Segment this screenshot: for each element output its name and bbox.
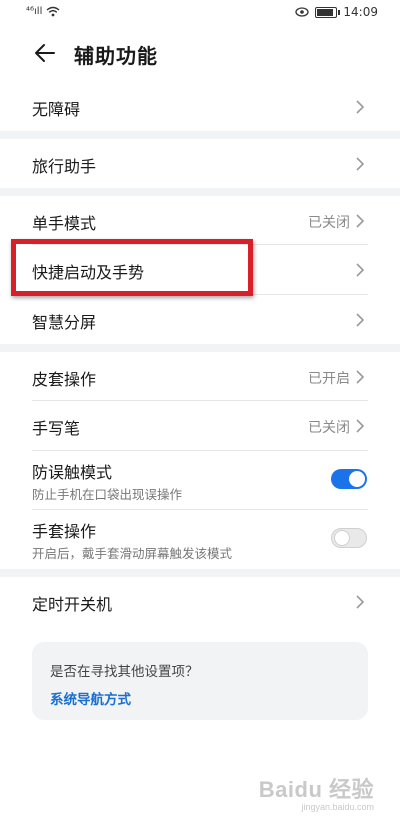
page-title: 辅助功能 bbox=[74, 44, 158, 68]
signal-icon: ⁴⁶ıll bbox=[26, 6, 43, 17]
row-pocket-mode[interactable]: 防误触模式 防止手机在口袋出现误操作 bbox=[0, 451, 400, 508]
battery-icon bbox=[315, 6, 341, 18]
section-gap bbox=[0, 569, 400, 577]
chevron-right-icon bbox=[356, 419, 365, 433]
glove-mode-toggle[interactable] bbox=[331, 528, 367, 548]
row-value: 已关闭 bbox=[308, 420, 350, 436]
row-stylus[interactable]: 手写笔 已关闭 bbox=[0, 401, 400, 449]
status-right: 14:09 bbox=[295, 5, 378, 19]
toggle-knob bbox=[334, 530, 350, 546]
chevron-right-icon bbox=[356, 157, 365, 171]
row-label: 智慧分屏 bbox=[32, 313, 97, 332]
row-value: 已开启 bbox=[308, 371, 350, 387]
top-bar: 辅助功能 bbox=[0, 30, 400, 78]
row-label: 防误触模式 bbox=[32, 463, 113, 482]
eye-icon bbox=[295, 7, 310, 17]
back-arrow-icon[interactable] bbox=[32, 40, 58, 66]
row-scheduled-power[interactable]: 定时开关机 bbox=[0, 577, 400, 625]
row-label: 手写笔 bbox=[32, 419, 81, 438]
row-one-hand-mode[interactable]: 单手模式 已关闭 bbox=[0, 196, 400, 244]
row-smart-split-screen[interactable]: 智慧分屏 bbox=[0, 295, 400, 343]
chevron-right-icon bbox=[356, 595, 365, 609]
status-left: ⁴⁶ıll bbox=[26, 6, 60, 17]
row-cover-operation[interactable]: 皮套操作 已开启 bbox=[0, 352, 400, 400]
status-time: 14:09 bbox=[343, 5, 378, 19]
suggestion-link[interactable]: 系统导航方式 bbox=[50, 688, 131, 708]
pocket-mode-toggle[interactable] bbox=[331, 469, 367, 489]
suggestion-question: 是否在寻找其他设置项？ bbox=[50, 664, 199, 680]
row-description: 防止手机在口袋出现误操作 bbox=[32, 487, 183, 502]
chevron-right-icon bbox=[356, 370, 365, 384]
row-label: 皮套操作 bbox=[32, 370, 97, 389]
section-gap bbox=[0, 188, 400, 196]
section-gap bbox=[0, 131, 400, 139]
row-accessibility[interactable]: 无障碍 bbox=[0, 82, 400, 130]
wifi-icon bbox=[46, 6, 60, 17]
status-bar: ⁴⁶ıll 14:09 bbox=[0, 0, 400, 26]
chevron-right-icon bbox=[356, 214, 365, 228]
row-label: 定时开关机 bbox=[32, 595, 113, 614]
row-label: 旅行助手 bbox=[32, 157, 97, 176]
row-label: 手套操作 bbox=[32, 522, 97, 541]
section-gap bbox=[0, 344, 400, 352]
watermark-logo: Baidu 经验 bbox=[258, 777, 374, 802]
row-glove-mode[interactable]: 手套操作 开启后，戴手套滑动屏幕触发该模式 bbox=[0, 510, 400, 567]
chevron-right-icon bbox=[356, 100, 365, 114]
row-value: 已关闭 bbox=[308, 215, 350, 231]
row-travel-assistant[interactable]: 旅行助手 bbox=[0, 139, 400, 187]
row-description: 开启后，戴手套滑动屏幕触发该模式 bbox=[32, 546, 233, 561]
toggle-knob bbox=[349, 471, 365, 487]
highlight-box bbox=[11, 239, 253, 296]
row-label: 单手模式 bbox=[32, 214, 97, 233]
chevron-right-icon bbox=[356, 263, 365, 277]
suggestion-card: 是否在寻找其他设置项？ 系统导航方式 bbox=[32, 642, 368, 720]
chevron-right-icon bbox=[356, 313, 365, 327]
watermark: Baidu 经验 jingyan.baidu.com bbox=[259, 772, 374, 812]
row-label: 无障碍 bbox=[32, 100, 81, 119]
